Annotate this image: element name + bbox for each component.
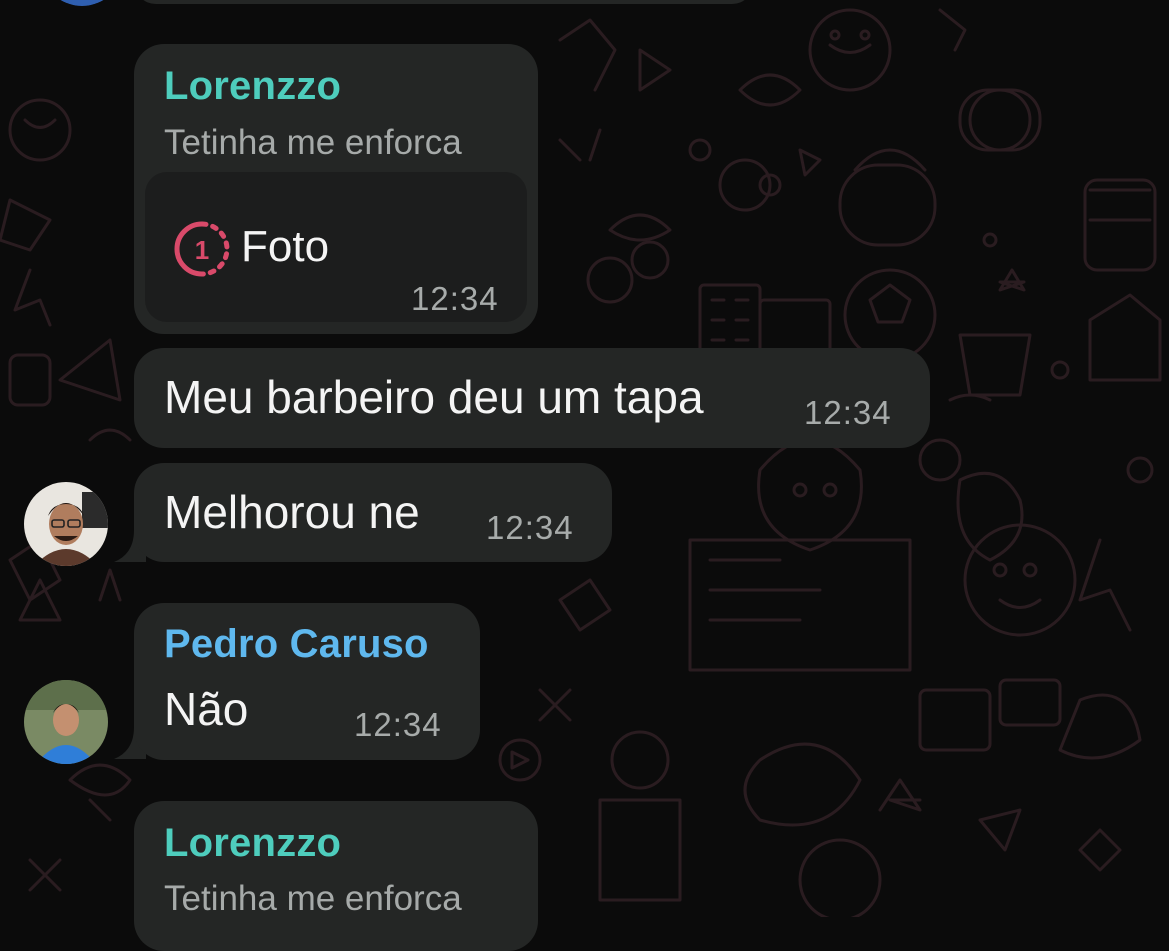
sender-name[interactable]: Lorenzzo — [164, 64, 341, 109]
message-text: Não — [164, 683, 249, 735]
message-time: 12:34 — [486, 509, 574, 546]
message-time: 12:34 — [804, 394, 892, 431]
view-once-icon: 1 — [174, 221, 230, 277]
avatar-user-1[interactable] — [24, 482, 108, 566]
message-time: 12:34 — [354, 706, 442, 743]
view-once-badge: 1 — [195, 235, 209, 265]
quoted-subtext: Tetinha me enforca — [164, 879, 462, 918]
sender-name[interactable]: Pedro Caruso — [164, 622, 429, 667]
view-once-photo-card[interactable]: 1 Foto 12:34 — [145, 172, 527, 322]
message-text: Meu barbeiro deu um tapa — [164, 371, 704, 423]
message-bubble-pedro-caruso[interactable]: Pedro Caruso Não 12:34 — [134, 603, 480, 760]
previous-message-bubble[interactable] — [134, 0, 754, 4]
message-bubble-lorenzzo[interactable]: Lorenzzo Tetinha me enforca — [134, 801, 538, 951]
sender-name[interactable]: Lorenzzo — [164, 821, 341, 866]
message-time: 12:34 — [411, 280, 499, 317]
avatar-pedro-caruso[interactable] — [24, 680, 108, 764]
quoted-subtext: Tetinha me enforca — [164, 123, 462, 162]
message-bubble-lorenzzo[interactable]: Lorenzzo Tetinha me enforca 1 Foto 12:34 — [134, 44, 538, 334]
message-bubble[interactable]: Meu barbeiro deu um tapa 12:34 — [134, 348, 930, 448]
photo-label: Foto — [241, 222, 330, 271]
message-text: Melhorou ne — [164, 486, 420, 538]
message-bubble[interactable]: Melhorou ne 12:34 — [134, 463, 612, 562]
